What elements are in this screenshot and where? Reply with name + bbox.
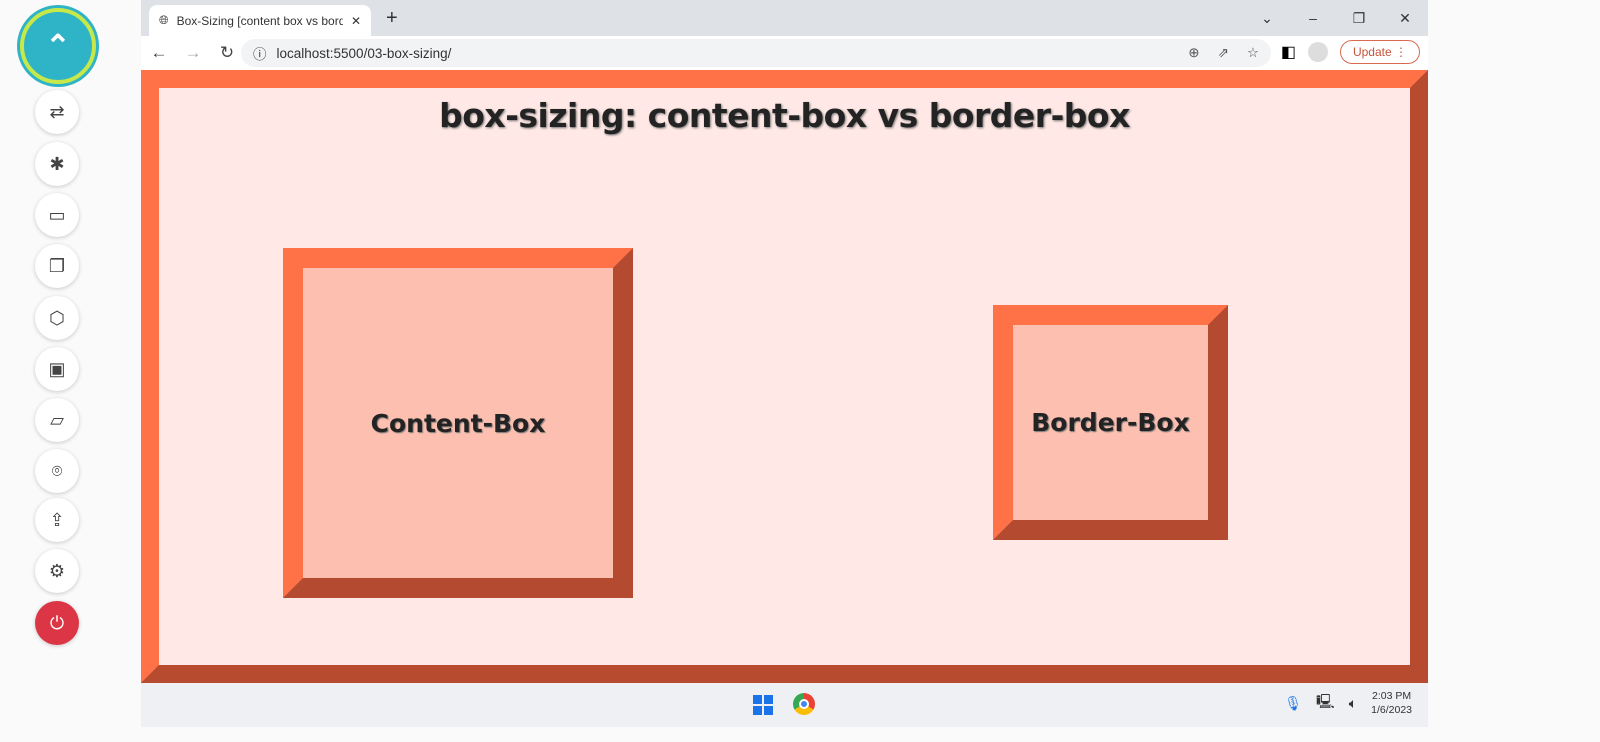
network-icon[interactable]: 🖳 — [1316, 691, 1335, 715]
update-button[interactable]: Update ⋮ — [1339, 40, 1420, 64]
sync-icon: ⇄ — [49, 101, 65, 122]
clock[interactable]: 2:03 PM 1/6/2023 — [1371, 689, 1412, 717]
new-tab-button[interactable]: + — [386, 7, 398, 30]
debug-button[interactable]: ✱ — [35, 142, 79, 186]
forward-button[interactable]: → — [183, 43, 203, 63]
gear-icon: ⚙ — [48, 560, 66, 581]
star-icon[interactable]: ☆ — [1247, 45, 1259, 61]
record-button[interactable]: ▭ — [35, 193, 79, 237]
globe-icon: 🌐︎ — [159, 13, 169, 27]
address-bar[interactable]: ⓘ localhost:5500/03-box-sizing/ ⊕ ⇗ ☆ — [241, 39, 1271, 67]
chrome-taskbar-icon[interactable] — [793, 693, 815, 715]
page-title: box-sizing: content-box vs border-box — [439, 96, 1130, 135]
info-icon: ⓘ — [253, 47, 267, 62]
border-box-label: Border-Box — [1031, 408, 1190, 437]
restore-button[interactable]: ❐ — [1336, 0, 1382, 36]
taskbar: 🎙︎ 🖳 🔈︎ 2:03 PM 1/6/2023 — [141, 683, 1428, 727]
collapse-button[interactable]: ⌃ — [20, 8, 96, 84]
location-pin-icon: ⌾ — [51, 460, 63, 481]
page-frame: box-sizing: content-box vs border-box Co… — [141, 70, 1428, 683]
minimize-button[interactable]: – — [1290, 0, 1336, 36]
video-icon: ▭ — [48, 204, 66, 225]
share-icon[interactable]: ⇗ — [1218, 45, 1229, 61]
settings-button[interactable]: ⚙ — [35, 549, 79, 593]
chevron-up-icon: ⌃ — [45, 29, 71, 63]
location-button[interactable]: ⌾ — [35, 449, 79, 493]
power-icon: ⏻ — [49, 612, 65, 633]
copy-icon: ❐ — [48, 255, 66, 276]
volume-icon[interactable]: 🔈︎ — [1349, 695, 1357, 712]
content-box-label: Content-Box — [370, 408, 546, 438]
cube-icon: ⬡ — [49, 307, 65, 328]
tab-box-sizing[interactable]: 🌐︎ Box-Sizing [content box vs border-box… — [149, 5, 371, 36]
content-box: Content-Box — [283, 248, 633, 598]
upload-icon: ⇪ — [49, 509, 65, 530]
back-button[interactable]: ← — [149, 43, 169, 63]
side-panel-icon[interactable]: ◧ — [1281, 42, 1296, 62]
bug-icon: ✱ — [49, 153, 65, 174]
close-window-button[interactable]: ✕ — [1382, 0, 1428, 36]
connect-button[interactable]: ⇄ — [35, 90, 79, 134]
update-label: Update — [1352, 45, 1392, 59]
present-button[interactable]: ▣ — [35, 347, 79, 391]
cube-button[interactable]: ⬡ — [35, 296, 79, 340]
upload-button[interactable]: ⇪ — [35, 498, 79, 542]
reload-button[interactable]: ↻ — [217, 43, 237, 63]
profile-avatar[interactable] — [1307, 42, 1328, 62]
folder-button[interactable]: ▱ — [35, 398, 79, 442]
zoom-icon[interactable]: ⊕ — [1188, 45, 1199, 61]
url-text[interactable]: localhost:5500/03-box-sizing/ — [277, 46, 452, 61]
tab-bar: 🌐︎ Box-Sizing [content box vs border-box… — [141, 0, 1428, 36]
toolbar: ← → ↻ ⓘ localhost:5500/03-box-sizing/ ⊕ ⇗… — [141, 36, 1428, 70]
date: 1/6/2023 — [1371, 704, 1412, 716]
power-button[interactable]: ⏻ — [35, 601, 79, 645]
microphone-icon[interactable]: 🎙︎ — [1284, 695, 1302, 712]
monitor-icon: ▣ — [48, 358, 66, 379]
tool-sidebar: ⌃ ⇄ ✱ ▭ ❐ ⬡ ▣ ▱ ⌾ ⇪ ⚙ ⏻ — [0, 0, 120, 742]
time: 2:03 PM — [1372, 690, 1412, 702]
tab-search-icon[interactable]: ⌄ — [1244, 0, 1290, 36]
tab-title: Box-Sizing [content box vs border-box] — [176, 13, 343, 28]
browser-window: 🌐︎ Box-Sizing [content box vs border-box… — [141, 0, 1428, 727]
windows-start-icon[interactable] — [753, 695, 773, 715]
border-box: Border-Box — [993, 305, 1228, 540]
folder-icon: ▱ — [50, 409, 64, 430]
close-tab-icon[interactable]: ✕ — [351, 14, 361, 28]
pages-button[interactable]: ❐ — [35, 244, 79, 288]
